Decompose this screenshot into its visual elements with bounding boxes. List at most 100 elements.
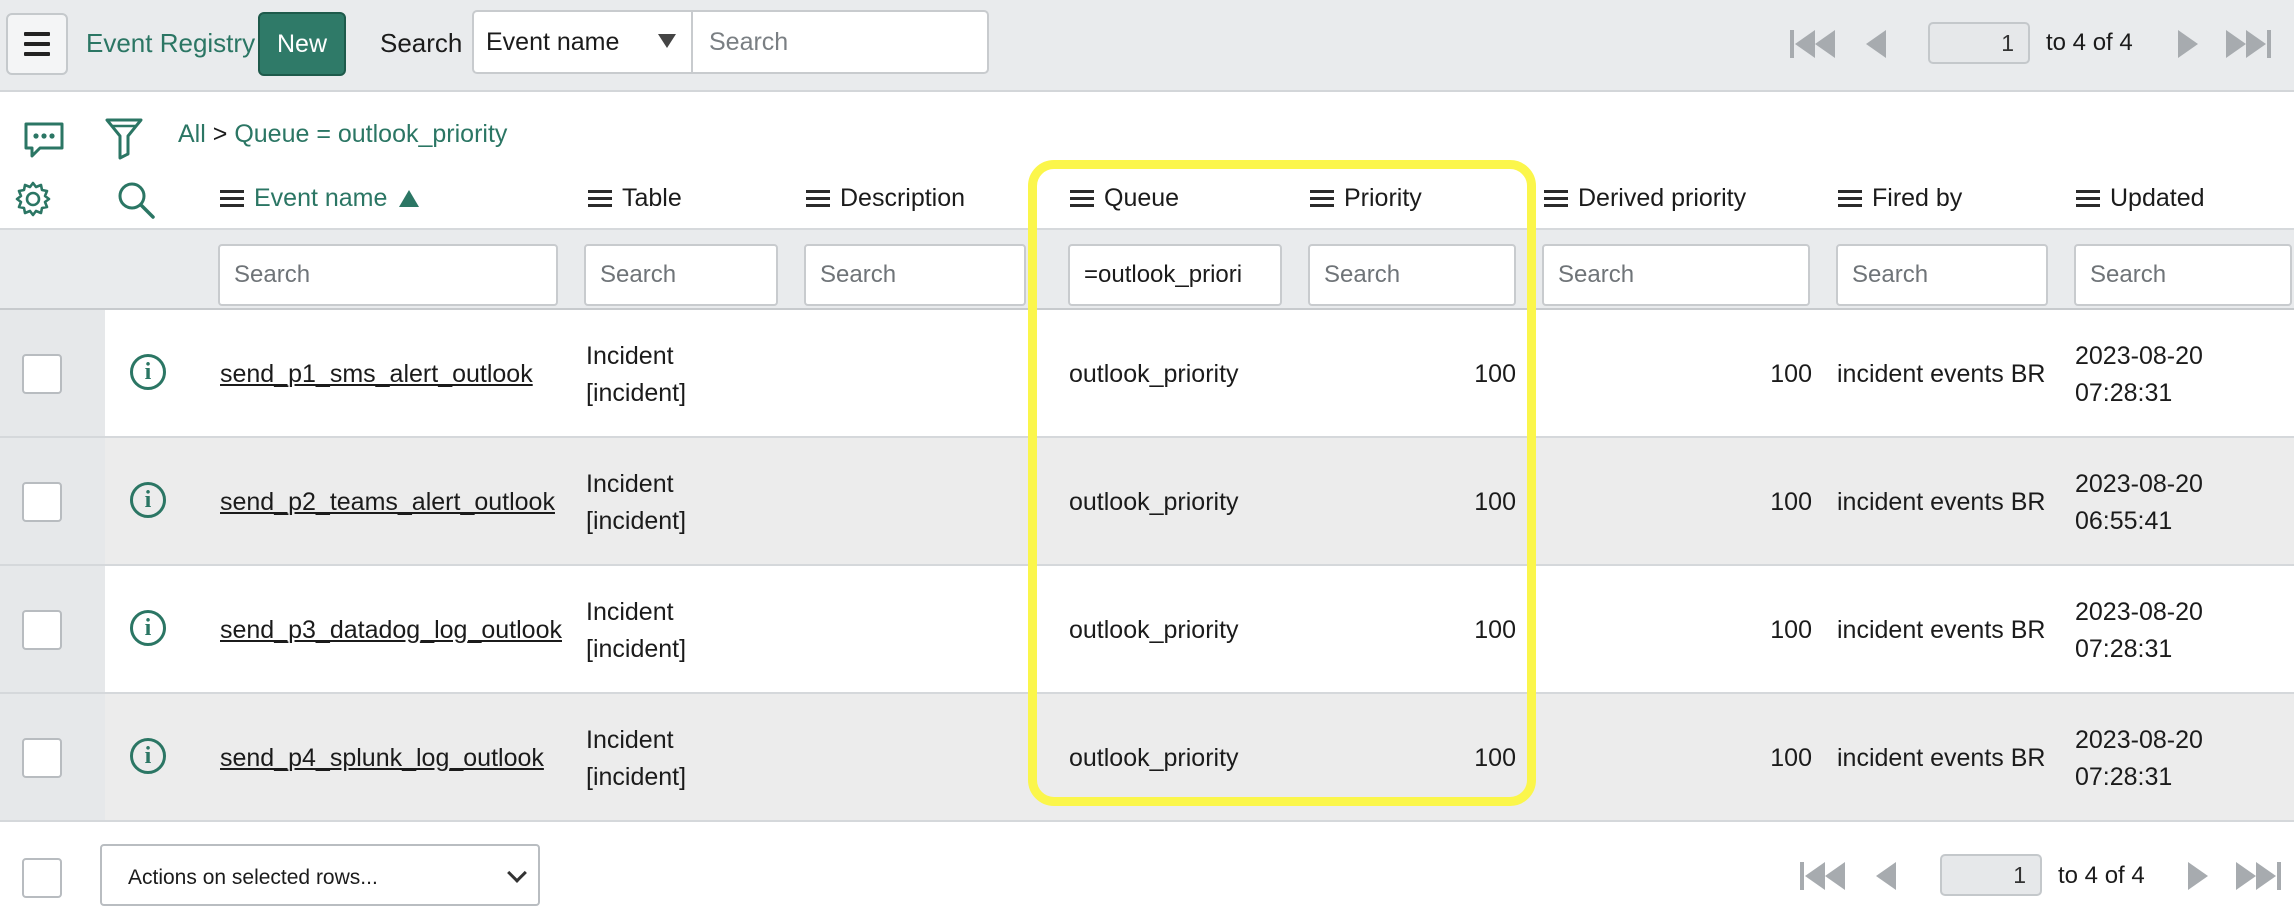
hamburger-icon (24, 29, 50, 59)
search-derived-priority-input[interactable] (1542, 244, 1810, 306)
last-page-icon[interactable] (2236, 862, 2281, 897)
search-event-name-input[interactable] (218, 244, 558, 306)
fired-by-cell: incident events BR (1837, 360, 2046, 388)
column-label[interactable]: Derived priority (1578, 184, 1746, 213)
caret-down-icon (658, 34, 676, 48)
breadcrumb-condition[interactable]: Queue = outlook_priority (234, 120, 507, 148)
first-page-icon[interactable] (1800, 862, 1845, 897)
table-id: [incident] (586, 507, 687, 535)
chat-icon[interactable] (22, 120, 66, 167)
column-menu-icon[interactable] (2076, 188, 2100, 209)
column-menu-icon[interactable] (806, 188, 830, 209)
search-field-value: Event name (486, 28, 620, 56)
event-name-link[interactable]: send_p3_datadog_log_outlook (220, 612, 562, 649)
table-id: [incident] (586, 763, 687, 791)
select-all-checkbox[interactable] (22, 858, 62, 898)
priority-cell: 100 (1474, 744, 1516, 772)
column-menu-icon[interactable] (1310, 188, 1334, 209)
header-search-input[interactable] (691, 10, 989, 74)
column-label[interactable]: Priority (1344, 184, 1422, 213)
column-label[interactable]: Event name (254, 184, 387, 213)
column-menu-icon[interactable] (1544, 188, 1568, 209)
column-header-fired-by[interactable]: Fired by (1838, 184, 1962, 213)
updated-time: 07:28:31 (2075, 763, 2173, 791)
column-header-updated[interactable]: Updated (2076, 184, 2205, 213)
gear-icon[interactable] (14, 180, 52, 225)
queue-cell: outlook_priority (1069, 616, 1239, 644)
breadcrumb-all[interactable]: All (178, 120, 206, 148)
search-description-input[interactable] (804, 244, 1026, 306)
column-header-event-name[interactable]: Event name (220, 184, 420, 213)
column-label[interactable]: Table (622, 184, 682, 213)
column-header-derived-priority[interactable]: Derived priority (1544, 184, 1746, 213)
updated-time: 06:55:41 (2075, 507, 2173, 535)
fired-by-cell: incident events BR (1837, 744, 2046, 772)
search-updated-input[interactable] (2074, 244, 2292, 306)
derived-priority-cell: 100 (1770, 360, 1812, 388)
list-header: Event Registry New Search Event name to … (0, 0, 2294, 92)
updated-cell: 2023-08-20 07:28:31 (2075, 594, 2203, 668)
last-page-icon[interactable] (2226, 30, 2271, 65)
updated-time: 07:28:31 (2075, 379, 2173, 407)
row-checkbox[interactable] (22, 354, 62, 394)
table-row[interactable]: i send_p1_sms_alert_outlook Incident [inc… (0, 310, 2294, 438)
previous-page-icon[interactable] (1876, 862, 1896, 897)
row-checkbox[interactable] (22, 738, 62, 778)
column-header-description[interactable]: Description (806, 184, 965, 213)
search-icon[interactable] (116, 180, 156, 227)
table-name: Incident (586, 470, 674, 498)
search-fired-by-input[interactable] (1836, 244, 2048, 306)
column-label[interactable]: Updated (2110, 184, 2205, 213)
derived-priority-cell: 100 (1770, 744, 1812, 772)
updated-cell: 2023-08-20 07:28:31 (2075, 338, 2203, 412)
table-row[interactable]: i send_p2_teams_alert_outlook Incident [i… (0, 438, 2294, 566)
fired-by-cell: incident events BR (1837, 488, 2046, 516)
search-priority-input[interactable] (1308, 244, 1516, 306)
column-label[interactable]: Queue (1104, 184, 1179, 213)
info-icon[interactable]: i (130, 354, 166, 390)
first-page-icon[interactable] (1790, 30, 1835, 65)
next-page-icon[interactable] (2188, 862, 2208, 897)
info-icon[interactable]: i (130, 482, 166, 518)
column-label[interactable]: Fired by (1872, 184, 1962, 213)
next-page-icon[interactable] (2178, 30, 2198, 65)
column-header-priority[interactable]: Priority (1310, 184, 1422, 213)
row-checkbox[interactable] (22, 610, 62, 650)
actions-select-label: Actions on selected rows... (128, 866, 378, 889)
event-name-link[interactable]: send_p2_teams_alert_outlook (220, 484, 555, 521)
column-menu-icon[interactable] (588, 188, 612, 209)
column-header-queue[interactable]: Queue (1070, 184, 1179, 213)
list-title[interactable]: Event Registry (86, 28, 255, 59)
page-number-input[interactable] (1928, 22, 2030, 64)
event-name-link[interactable]: send_p4_splunk_log_outlook (220, 740, 544, 777)
fired-by-cell: incident events BR (1837, 616, 2046, 644)
priority-cell: 100 (1474, 360, 1516, 388)
column-label[interactable]: Description (840, 184, 965, 213)
info-icon[interactable]: i (130, 738, 166, 774)
footer-page-number-input[interactable] (1940, 854, 2042, 896)
table-cell: Incident [incident] (586, 594, 686, 668)
table-name: Incident (586, 726, 674, 754)
column-menu-icon[interactable] (1070, 188, 1094, 209)
row-checkbox[interactable] (22, 482, 62, 522)
info-icon[interactable]: i (130, 610, 166, 646)
column-menu-icon[interactable] (1838, 188, 1862, 209)
actions-select[interactable]: Actions on selected rows... (100, 844, 540, 906)
breadcrumb-separator: > (212, 120, 228, 148)
search-table-input[interactable] (584, 244, 778, 306)
column-menu-icon[interactable] (220, 188, 244, 209)
search-queue-input[interactable] (1068, 244, 1282, 306)
table-row[interactable]: i send_p4_splunk_log_outlook Incident [in… (0, 694, 2294, 822)
new-button[interactable]: New (258, 12, 346, 76)
filter-funnel-icon[interactable] (104, 116, 144, 167)
table-row[interactable]: i send_p3_datadog_log_outlook Incident [i… (0, 566, 2294, 694)
search-field-select[interactable]: Event name (472, 10, 692, 74)
menu-button[interactable] (6, 13, 68, 75)
updated-cell: 2023-08-20 06:55:41 (2075, 466, 2203, 540)
updated-cell: 2023-08-20 07:28:31 (2075, 722, 2203, 796)
column-header-table[interactable]: Table (588, 184, 682, 213)
previous-page-icon[interactable] (1866, 30, 1886, 65)
table-cell: Incident [incident] (586, 338, 686, 412)
table-name: Incident (586, 342, 674, 370)
event-name-link[interactable]: send_p1_sms_alert_outlook (220, 356, 533, 393)
